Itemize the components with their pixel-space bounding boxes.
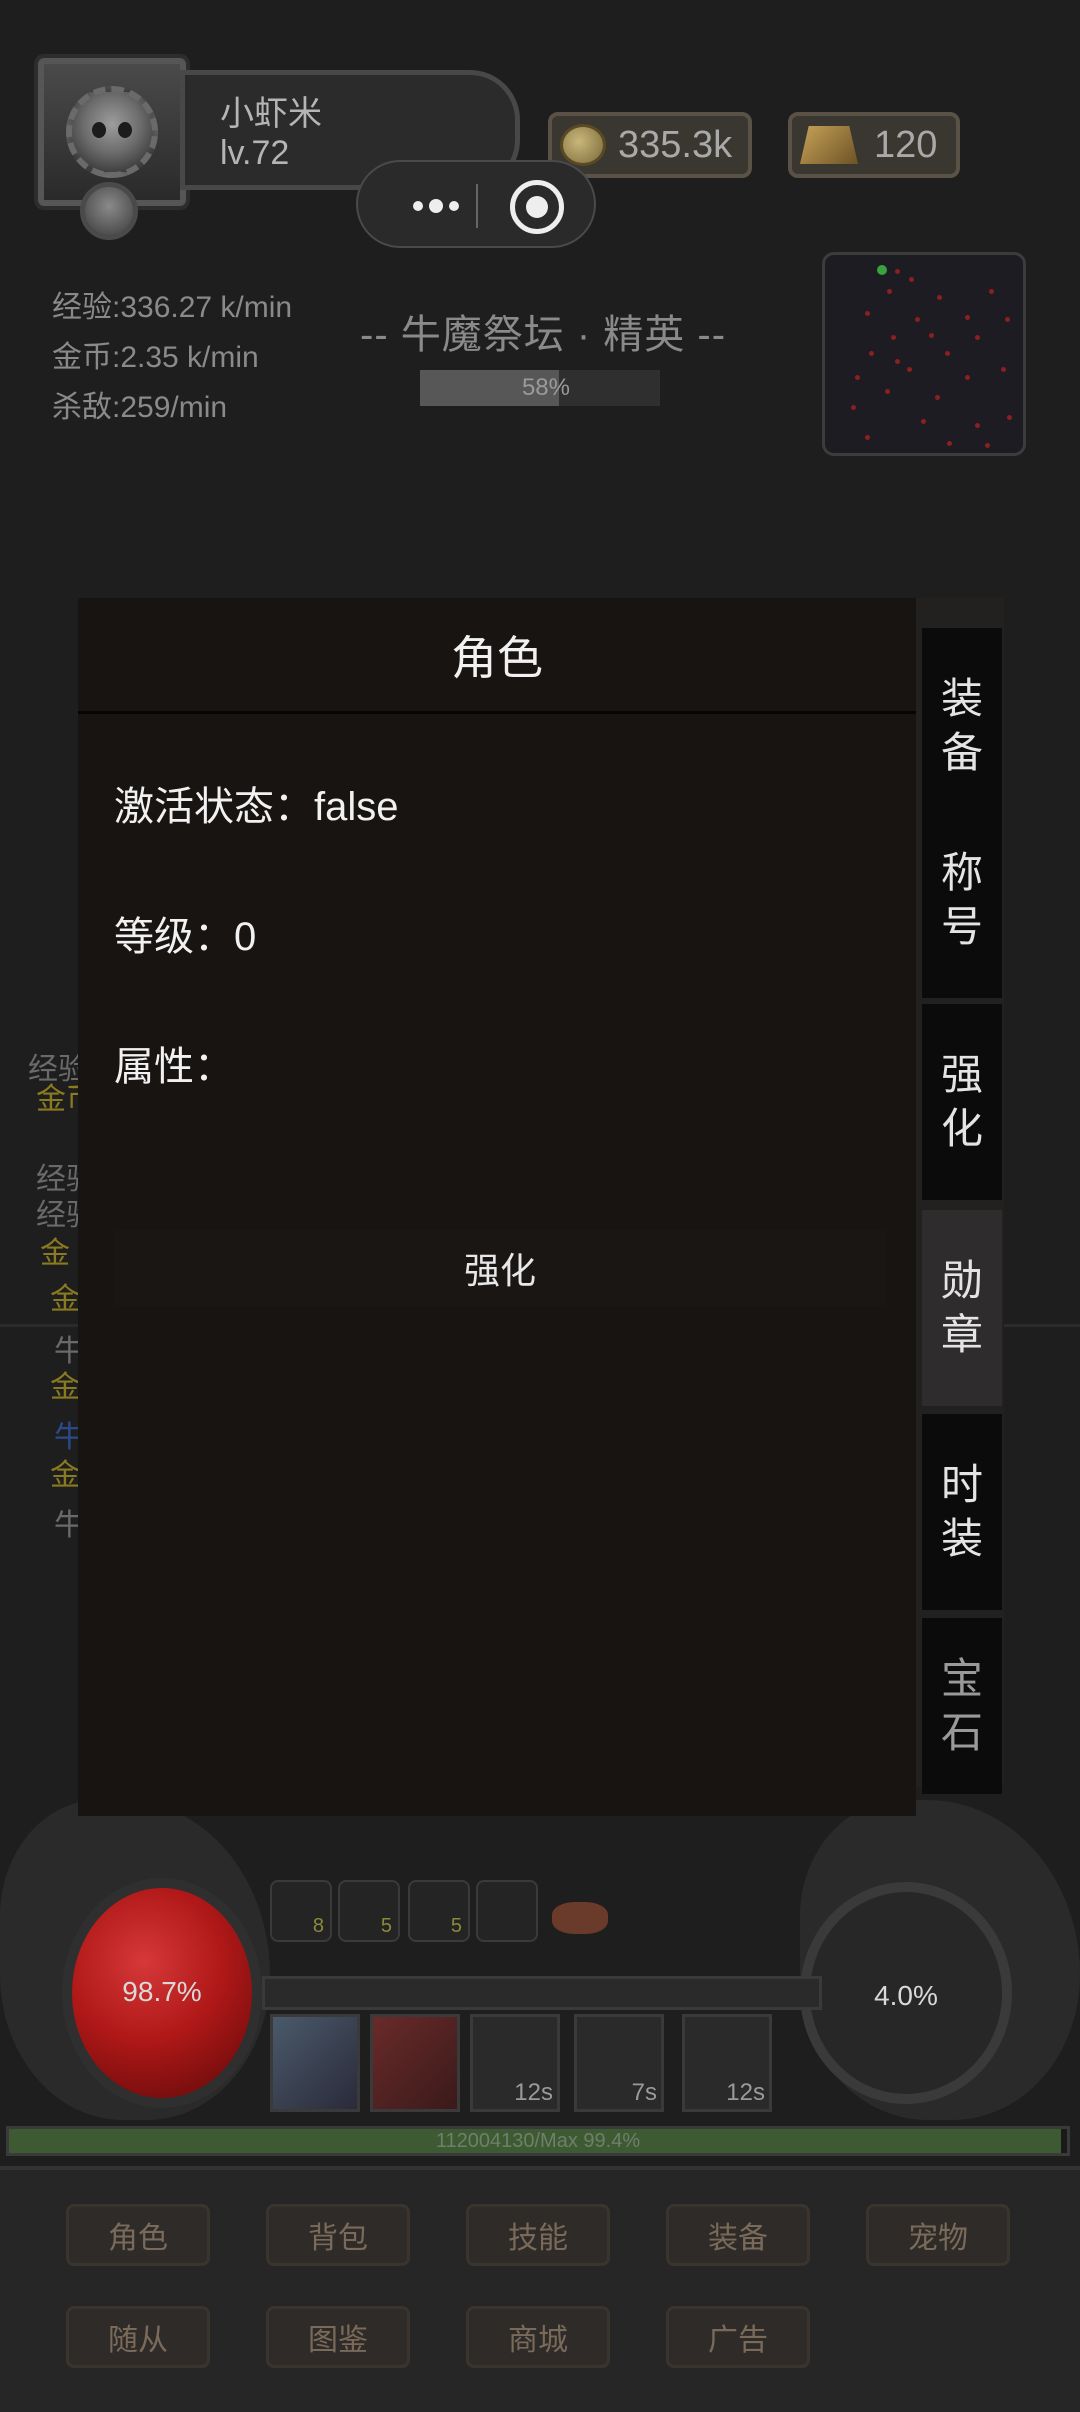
main-menu: 角色 背包 技能 装备 宠物 随从 图鉴 商城 广告: [0, 2166, 1080, 2412]
medal-attributes: 属性：: [114, 1045, 234, 1089]
zone-progress-bar: 58%: [420, 370, 660, 406]
minimap-enemy-marker: [965, 315, 970, 320]
miniprogram-capsule: [356, 160, 596, 248]
minimap-enemy-marker: [937, 295, 942, 300]
minimap-enemy-marker: [1005, 317, 1010, 322]
exp-bar-text: 112004130/Max 99.4%: [435, 2130, 641, 2152]
minimap-enemy-marker: [1007, 415, 1012, 420]
coin-stack-icon: [560, 124, 606, 166]
menu-button-follower[interactable]: 随从: [66, 2306, 210, 2368]
mp-percent: 4.0%: [874, 1980, 938, 2011]
close-miniprogram-icon[interactable]: [510, 180, 564, 234]
minimap-enemy-marker: [869, 351, 874, 356]
log-line: 金: [40, 1237, 70, 1270]
minimap[interactable]: [822, 252, 1026, 456]
minimap-enemy-marker: [855, 375, 860, 380]
minimap-enemy-marker: [989, 289, 994, 294]
gold-bar-icon: [800, 126, 858, 164]
pet-icon: [552, 1902, 608, 1934]
capsule-divider: [476, 184, 478, 228]
menu-button-character[interactable]: 角色: [66, 2204, 210, 2266]
activation-status: 激活状态：false: [114, 785, 399, 829]
menu-button-skills[interactable]: 技能: [466, 2204, 610, 2266]
minimap-enemy-marker: [935, 395, 940, 400]
menu-button-pet[interactable]: 宠物: [866, 2204, 1010, 2266]
minimap-enemy-marker: [909, 277, 914, 282]
minimap-enemy-marker: [985, 443, 990, 448]
exp-bar: 112004130/Max 99.4%: [6, 2126, 1070, 2156]
medal-modal: 角色 激活状态：false 等级：0 属性： 强化: [78, 598, 916, 1816]
minimap-enemy-marker: [895, 269, 900, 274]
skill-slot-4[interactable]: 7s: [574, 2014, 664, 2112]
minimap-enemy-marker: [929, 333, 934, 338]
side-tab-enhance[interactable]: 强化: [922, 1004, 1002, 1200]
minimap-enemy-marker: [865, 435, 870, 440]
player-name: 小虾米: [220, 95, 322, 133]
hp-orb: 98.7%: [72, 1888, 252, 2098]
skill-slot-3[interactable]: 12s: [470, 2014, 560, 2112]
minimap-enemy-marker: [1001, 367, 1006, 372]
more-options-icon[interactable]: [388, 184, 484, 228]
side-tab-equipment[interactable]: 装备: [922, 628, 1002, 824]
minimap-enemy-marker: [865, 311, 870, 316]
medal-level: 等级：0: [114, 915, 257, 959]
skill-slot-5[interactable]: 12s: [682, 2014, 772, 2112]
log-line: 金: [50, 1283, 80, 1316]
gold-counter: 120: [788, 112, 960, 178]
zone-title: -- 牛魔祭坛 · 精英 --: [360, 313, 727, 357]
player-level: lv.72: [220, 134, 290, 172]
side-tab-medal[interactable]: 勋章: [922, 1210, 1002, 1406]
minimap-enemy-marker: [947, 441, 952, 446]
gold-rate: 金币:2.35 k/min: [52, 341, 259, 374]
modal-header: 角色: [78, 598, 916, 714]
minimap-enemy-marker: [975, 423, 980, 428]
coin-value: 335.3k: [618, 124, 733, 166]
menu-button-equipment[interactable]: 装备: [666, 2204, 810, 2266]
minimap-enemy-marker: [885, 389, 890, 394]
minimap-enemy-marker: [851, 405, 856, 410]
minimap-enemy-marker: [895, 359, 900, 364]
buff-slot[interactable]: 5: [408, 1880, 470, 1942]
menu-button-bag[interactable]: 背包: [266, 2204, 410, 2266]
side-tab-gem[interactable]: 宝石: [922, 1618, 1002, 1794]
buff-slot[interactable]: 5: [338, 1880, 400, 1942]
gold-value: 120: [874, 124, 938, 166]
kill-rate: 杀敌:259/min: [52, 391, 228, 424]
side-tab-label: 称号: [940, 849, 983, 950]
log-line: 金: [50, 1371, 80, 1404]
menu-button-codex[interactable]: 图鉴: [266, 2306, 410, 2368]
skull-badge-icon: [80, 182, 138, 240]
minimap-enemy-marker: [965, 375, 970, 380]
skill-slot-1[interactable]: [270, 2014, 360, 2112]
minimap-enemy-marker: [921, 419, 926, 424]
side-tab-title[interactable]: 称号: [922, 802, 1002, 998]
minimap-enemy-marker: [907, 367, 912, 372]
skull-gear-icon: [66, 86, 158, 178]
minimap-enemy-marker: [891, 335, 896, 340]
skill-bar-chain: [262, 1976, 822, 2010]
minimap-enemy-marker: [887, 289, 892, 294]
side-tab-label: 装备: [940, 675, 983, 776]
skill-slot-2[interactable]: [370, 2014, 460, 2112]
side-tab-label: 强化: [940, 1051, 983, 1152]
log-line: 金: [50, 1459, 80, 1492]
zone-progress-text: 58%: [521, 374, 570, 401]
hp-percent: 98.7%: [122, 1976, 202, 2007]
modal-title: 角色: [451, 631, 543, 684]
side-tab-label: 时装: [940, 1461, 983, 1562]
exp-rate: 经验:336.27 k/min: [52, 291, 293, 324]
menu-button-shop[interactable]: 商城: [466, 2306, 610, 2368]
buff-slot[interactable]: 8: [270, 1880, 332, 1942]
menu-button-ads[interactable]: 广告: [666, 2306, 810, 2368]
minimap-enemy-marker: [975, 335, 980, 340]
buff-slot[interactable]: [476, 1880, 538, 1942]
minimap-enemy-marker: [945, 351, 950, 356]
minimap-enemy-marker: [915, 317, 920, 322]
minimap-player-marker: [877, 265, 887, 275]
side-tab-label: 宝石: [940, 1655, 983, 1756]
enhance-button[interactable]: 强化: [114, 1230, 886, 1306]
side-tab-label: 勋章: [940, 1257, 983, 1358]
mp-orb: 4.0%: [800, 1882, 1012, 2104]
side-tab-costume[interactable]: 时装: [922, 1414, 1002, 1610]
